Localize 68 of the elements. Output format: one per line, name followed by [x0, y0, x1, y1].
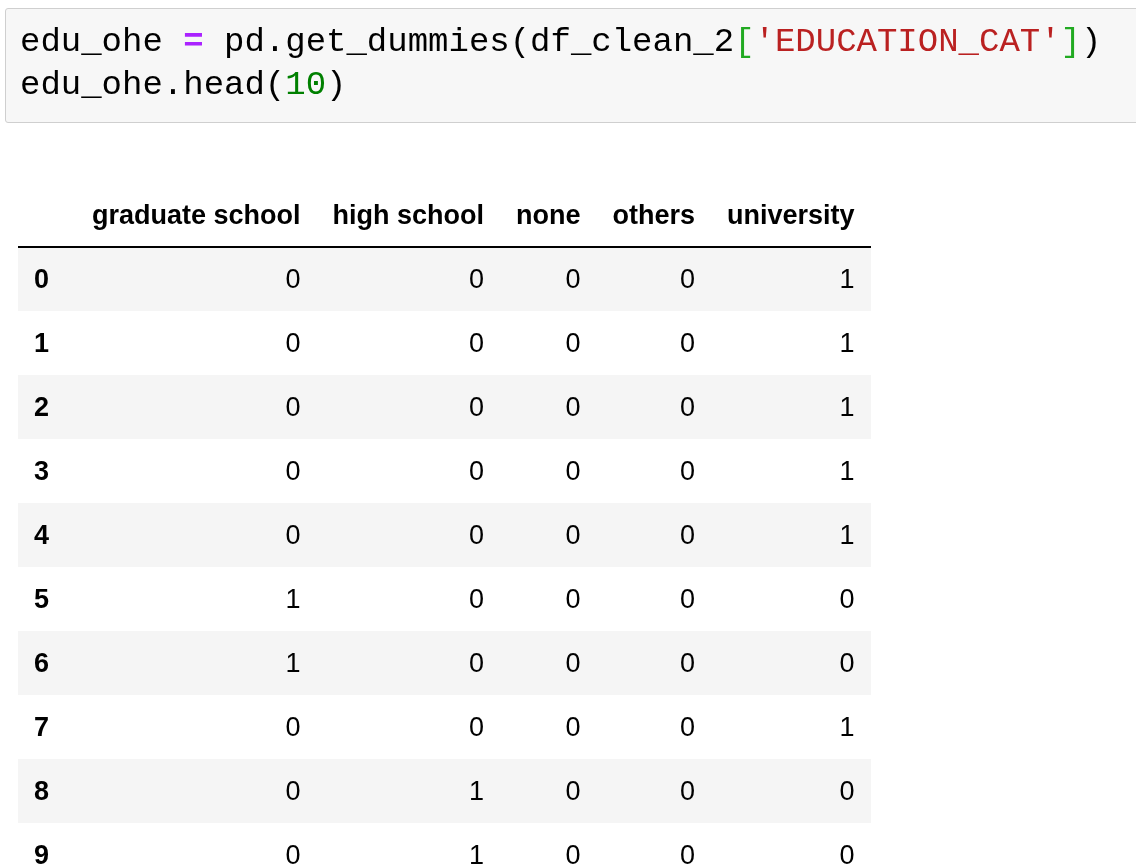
table-cell: 0	[316, 375, 501, 439]
table-cell: 1	[76, 631, 317, 695]
table-cell: 0	[596, 311, 712, 375]
table-cell: 1	[711, 439, 871, 503]
table-cell: 0	[596, 823, 712, 866]
row-index: 6	[18, 631, 76, 695]
table-cell: 0	[596, 247, 712, 311]
code-cell[interactable]: edu_ohe = pd.get_dummies(df_clean_2['EDUCATION_CAT']) edu_ohe.head(10)	[5, 8, 1136, 123]
table-cell: 0	[76, 311, 317, 375]
table-cell: 0	[500, 439, 597, 503]
row-index: 5	[18, 567, 76, 631]
code-line: edu_ohe.head(10)	[20, 65, 347, 106]
table-cell: 0	[596, 567, 712, 631]
row-index: 9	[18, 823, 76, 866]
table-cell: 0	[711, 759, 871, 823]
table-cell: 0	[711, 823, 871, 866]
table-cell: 0	[711, 567, 871, 631]
table-cell: 0	[596, 503, 712, 567]
table-cell: 0	[500, 567, 597, 631]
table-cell: 0	[316, 631, 501, 695]
table-cell: 0	[711, 631, 871, 695]
table-cell: 1	[711, 695, 871, 759]
table-cell: 0	[76, 823, 317, 866]
row-index: 4	[18, 503, 76, 567]
row-index: 3	[18, 439, 76, 503]
table-cell: 0	[316, 567, 501, 631]
table-cell: 0	[596, 375, 712, 439]
column-header: none	[500, 185, 597, 247]
table-cell: 1	[316, 823, 501, 866]
table-cell: 0	[596, 759, 712, 823]
table-cell: 0	[316, 439, 501, 503]
table-cell: 0	[500, 311, 597, 375]
table-cell: 0	[500, 247, 597, 311]
table-cell: 0	[500, 375, 597, 439]
table-cell: 1	[711, 311, 871, 375]
table-cell: 0	[76, 503, 317, 567]
table-cell: 0	[76, 759, 317, 823]
table-cell: 1	[711, 375, 871, 439]
column-header: others	[596, 185, 712, 247]
table-cell: 1	[711, 503, 871, 567]
column-header: graduate school	[76, 185, 317, 247]
table-cell: 0	[76, 695, 317, 759]
row-index: 2	[18, 375, 76, 439]
table-cell: 1	[711, 247, 871, 311]
table-cell: 0	[500, 631, 597, 695]
table-cell: 0	[316, 311, 501, 375]
table-cell: 0	[500, 823, 597, 866]
table-cell: 0	[316, 695, 501, 759]
table-cell: 0	[76, 439, 317, 503]
row-index: 1	[18, 311, 76, 375]
table-cell: 0	[596, 439, 712, 503]
column-header: university	[711, 185, 871, 247]
table-cell: 0	[596, 695, 712, 759]
code-line: edu_ohe = pd.get_dummies(df_clean_2['EDUCATION_CAT'])	[20, 22, 1102, 63]
column-header: high school	[316, 185, 501, 247]
row-index: 0	[18, 247, 76, 311]
table-cell: 0	[76, 375, 317, 439]
table-cell: 0	[316, 247, 501, 311]
row-index: 8	[18, 759, 76, 823]
table-cell: 0	[500, 503, 597, 567]
table-cell: 1	[76, 567, 317, 631]
table-cell: 0	[596, 631, 712, 695]
table-cell: 0	[500, 759, 597, 823]
table-cell: 0	[316, 503, 501, 567]
table-cell: 0	[76, 247, 317, 311]
table-cell: 1	[316, 759, 501, 823]
table-cell: 0	[500, 695, 597, 759]
row-index: 7	[18, 695, 76, 759]
